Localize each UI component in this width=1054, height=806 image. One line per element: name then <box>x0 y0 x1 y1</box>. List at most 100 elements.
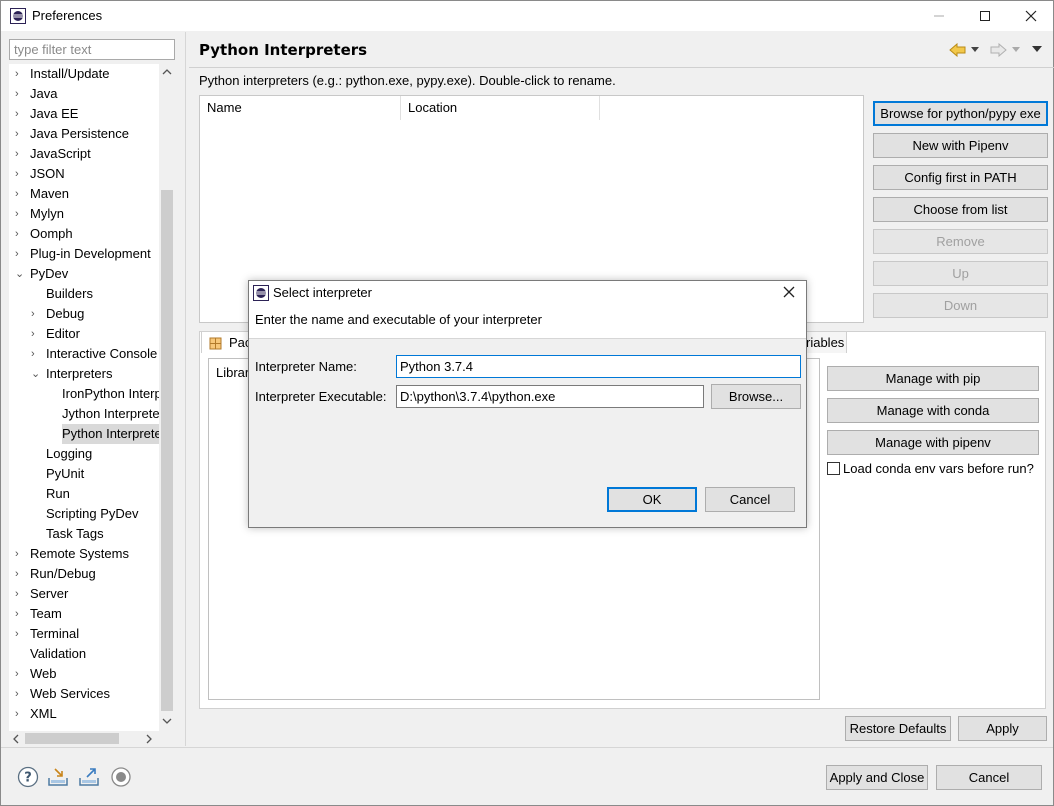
forward-arrow-icon[interactable] <box>989 43 1007 57</box>
chevron-right-icon[interactable]: › <box>15 564 27 584</box>
chevron-right-icon[interactable]: › <box>15 184 27 204</box>
page-description: Python interpreters (e.g.: python.exe, p… <box>199 73 616 88</box>
chevron-right-icon[interactable]: › <box>15 244 27 264</box>
dialog-title: Select interpreter <box>273 285 372 300</box>
down-button[interactable]: Down <box>873 293 1048 318</box>
svg-text:?: ? <box>24 771 32 786</box>
close-icon <box>1025 10 1037 22</box>
help-icon[interactable]: ? <box>17 766 39 788</box>
chevron-right-icon[interactable]: › <box>31 324 43 344</box>
chevron-right-icon[interactable]: › <box>15 604 27 624</box>
restore-defaults-button[interactable]: Restore Defaults <box>845 716 951 741</box>
dialog-cancel-button[interactable]: Cancel <box>705 487 795 512</box>
chevron-right-icon[interactable]: › <box>15 204 27 224</box>
tree-item-label: Builders <box>46 286 93 301</box>
tree-item-label: Remote Systems <box>30 546 129 561</box>
minimize-button[interactable] <box>916 1 962 31</box>
record-icon[interactable] <box>110 766 132 788</box>
column-header-location[interactable]: Location <box>401 96 600 120</box>
chevron-down-icon[interactable]: ⌄ <box>15 264 27 284</box>
column-header-name[interactable]: Name <box>200 96 401 120</box>
load-conda-env-label: Load conda env vars before run? <box>843 461 1034 476</box>
import-icon[interactable] <box>47 766 69 788</box>
chevron-right-icon[interactable]: › <box>15 124 27 144</box>
choose-from-list-button[interactable]: Choose from list <box>873 197 1048 222</box>
tree-horizontal-scroll-thumb[interactable] <box>25 733 119 744</box>
interpreter-name-field[interactable]: Python 3.7.4 <box>396 355 801 378</box>
browse-python-button[interactable]: Browse for python/pypy exe <box>873 101 1048 126</box>
chevron-right-icon[interactable]: › <box>15 84 27 104</box>
interpreter-executable-field[interactable]: D:\python\3.7.4\python.exe <box>396 385 704 408</box>
chevron-right-icon[interactable]: › <box>15 104 27 124</box>
maximize-button[interactable] <box>962 1 1008 31</box>
chevron-right-icon[interactable]: › <box>15 584 27 604</box>
tree-item-label: Run <box>46 486 70 501</box>
chevron-right-icon[interactable]: › <box>15 704 27 724</box>
eclipse-icon <box>10 8 26 24</box>
window-title: Preferences <box>32 8 103 23</box>
cancel-button[interactable]: Cancel <box>936 765 1042 790</box>
chevron-right-icon[interactable]: › <box>31 344 43 364</box>
interpreter-executable-label: Interpreter Executable: <box>255 389 387 404</box>
tree-item-label: Java Persistence <box>30 126 129 141</box>
apply-button[interactable]: Apply <box>958 716 1047 741</box>
scroll-right-icon[interactable] <box>145 734 153 744</box>
chevron-down-icon[interactable]: ⌄ <box>31 364 43 384</box>
tree-item-label: Interpreters <box>46 366 113 381</box>
export-icon[interactable] <box>78 766 100 788</box>
up-button[interactable]: Up <box>873 261 1048 286</box>
load-conda-env-checkbox[interactable] <box>827 462 840 475</box>
title-bar: Preferences <box>1 1 1053 31</box>
dialog-message: Enter the name and executable of your in… <box>255 312 542 327</box>
scroll-up-icon[interactable] <box>162 68 172 76</box>
browse-python-label: Browse for python/pypy exe <box>880 106 1041 121</box>
back-dropdown-icon[interactable] <box>971 47 979 53</box>
manage-with-conda-button[interactable]: Manage with conda <box>827 398 1039 423</box>
chevron-right-icon[interactable]: › <box>15 684 27 704</box>
maximize-icon <box>980 11 990 21</box>
remove-button[interactable]: Remove <box>873 229 1048 254</box>
chevron-right-icon[interactable]: › <box>15 664 27 684</box>
pane-divider[interactable] <box>185 32 186 746</box>
tree-item-label: Scripting PyDev <box>46 506 139 521</box>
dialog-ok-button[interactable]: OK <box>607 487 697 512</box>
new-with-pipenv-button[interactable]: New with Pipenv <box>873 133 1048 158</box>
scroll-down-icon[interactable] <box>162 717 172 725</box>
chevron-right-icon[interactable]: › <box>15 144 27 164</box>
view-menu-icon[interactable] <box>1032 46 1042 53</box>
chevron-right-icon[interactable]: › <box>15 164 27 184</box>
chevron-right-icon[interactable]: › <box>31 304 43 324</box>
forward-dropdown-icon[interactable] <box>1012 47 1020 53</box>
tree-item-label: Jython Interprete <box>62 406 160 421</box>
scroll-left-icon[interactable] <box>12 734 20 744</box>
dialog-browse-button[interactable]: Browse... <box>711 384 801 409</box>
tree-item-label: PyDev <box>30 266 69 281</box>
filter-input[interactable]: type filter text <box>9 39 175 60</box>
manage-with-pipenv-button[interactable]: Manage with pipenv <box>827 430 1039 455</box>
tab-packages[interactable]: Pac <box>201 331 251 353</box>
back-arrow-icon[interactable] <box>949 43 967 57</box>
minimize-icon <box>934 15 944 17</box>
close-icon[interactable] <box>780 283 798 301</box>
title-separator <box>189 67 1054 68</box>
tree-item-label: Interactive Console <box>46 346 158 361</box>
select-interpreter-dialog: Select interpreter Enter the name and ex… <box>248 280 807 528</box>
footer-separator <box>1 747 1053 748</box>
tab-variables-label: riables <box>806 335 845 350</box>
chevron-right-icon[interactable]: › <box>15 224 27 244</box>
apply-and-close-button[interactable]: Apply and Close <box>826 765 928 790</box>
tree-vertical-scroll-thumb[interactable] <box>161 190 173 711</box>
tree-item-label: Terminal <box>30 626 80 641</box>
manage-with-pip-button[interactable]: Manage with pip <box>827 366 1039 391</box>
chevron-right-icon[interactable]: › <box>15 64 27 84</box>
tree-item-label: IronPython Interp <box>62 386 162 401</box>
tree-item-label: Oomph <box>30 226 73 241</box>
tree-item-label: Debug <box>46 306 85 321</box>
close-button[interactable] <box>1008 1 1054 31</box>
chevron-right-icon[interactable]: › <box>15 544 27 564</box>
tree-item-label: Logging <box>46 446 93 461</box>
chevron-right-icon[interactable]: › <box>15 624 27 644</box>
config-first-in-path-button[interactable]: Config first in PATH <box>873 165 1048 190</box>
tree-item-label: Web Services <box>30 686 110 701</box>
tree-item-label: Install/Update <box>30 66 110 81</box>
